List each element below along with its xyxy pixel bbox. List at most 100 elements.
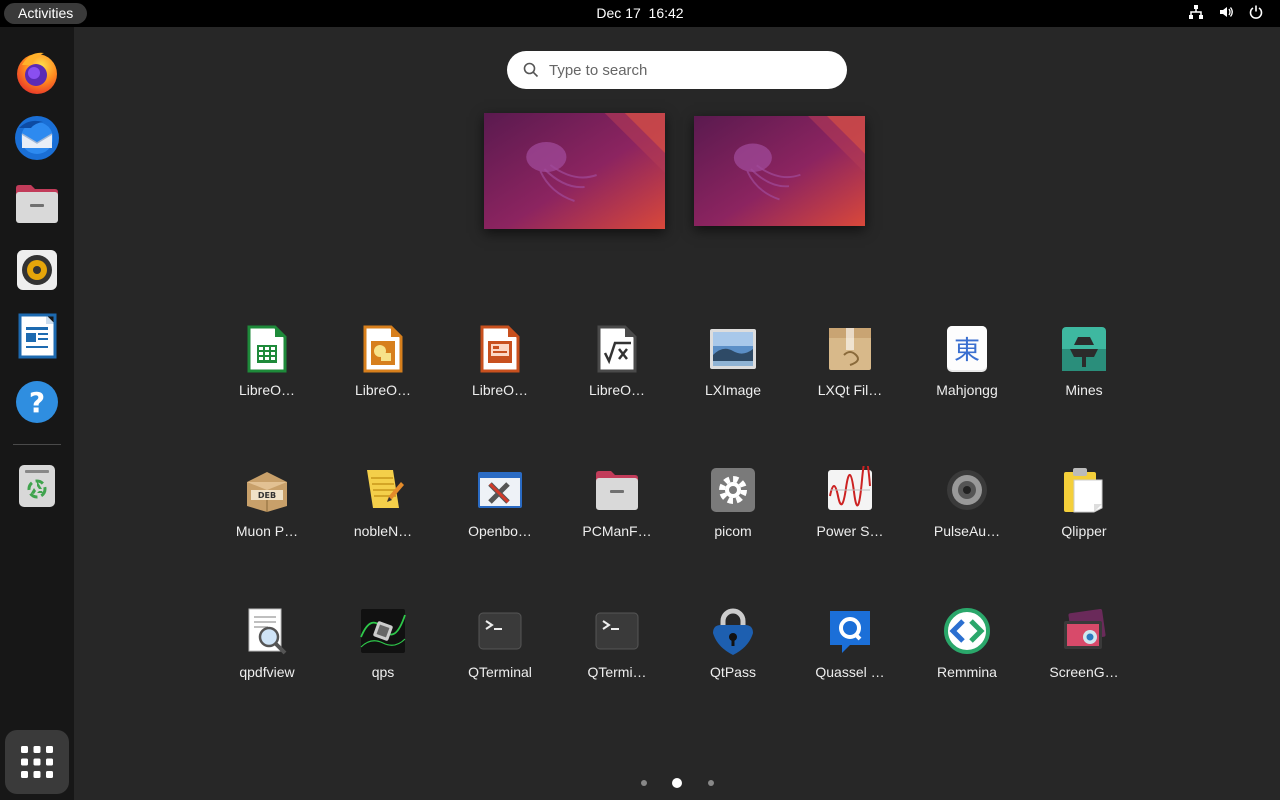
app-label: LibreO… <box>471 382 529 398</box>
app-power-statistics[interactable]: Power S… <box>795 466 905 556</box>
app-libreoffice-calc[interactable]: LibreO… <box>212 325 322 415</box>
screenshot-icon <box>1064 609 1106 649</box>
app-mahjongg[interactable]: 東 Mahjongg <box>912 325 1022 415</box>
power-icon[interactable] <box>1248 4 1264 20</box>
app-label: LibreO… <box>588 382 646 398</box>
page-dot-2[interactable] <box>672 778 682 788</box>
notepad-icon <box>367 470 404 508</box>
app-label: LXImage <box>704 382 762 398</box>
page-dot-3[interactable] <box>708 780 714 786</box>
gear-icon <box>711 468 755 512</box>
document-icon <box>18 313 57 359</box>
app-lximage[interactable]: LXImage <box>678 325 788 415</box>
app-qterminal-dropdown[interactable]: QTermi… <box>562 607 672 697</box>
spreadsheet-icon <box>247 325 287 373</box>
dock-item-trash[interactable] <box>8 457 66 515</box>
app-pcmanfm[interactable]: PCManF… <box>562 466 672 556</box>
app-label: QTerminal <box>468 664 532 680</box>
page-dot-1[interactable] <box>641 780 647 786</box>
mahjongg-icon: 東 <box>947 326 987 372</box>
app-label: Mahjongg <box>936 382 998 398</box>
app-remmina[interactable]: Remmina <box>912 607 1022 697</box>
search-icon <box>523 62 539 78</box>
dock-item-firefox[interactable] <box>8 43 66 101</box>
page-indicator <box>630 778 730 788</box>
app-libreoffice-math[interactable]: LibreO… <box>562 325 672 415</box>
app-qps[interactable]: qps <box>328 607 438 697</box>
svg-text:DEB: DEB <box>258 491 276 500</box>
app-label: qpdfview <box>239 664 295 680</box>
activities-button[interactable]: Activities <box>4 3 88 24</box>
app-label: Openbo… <box>468 523 532 539</box>
app-qlipper[interactable]: Qlipper <box>1029 466 1139 556</box>
app-pulseaudio[interactable]: PulseAu… <box>912 466 1022 556</box>
mines-icon <box>1062 327 1106 371</box>
app-label: picom <box>714 523 752 539</box>
svg-text:東: 東 <box>954 336 980 366</box>
workspace-thumbnail-1[interactable] <box>484 113 665 229</box>
app-label: PulseAu… <box>933 523 1001 539</box>
clock-button[interactable]: Dec 17 16:42 <box>596 5 683 21</box>
clock: Dec 17 16:42 <box>0 0 1280 27</box>
app-label: ScreenG… <box>1049 664 1119 680</box>
dock-item-rhythmbox[interactable] <box>8 241 66 299</box>
clock-date: Dec 17 <box>596 5 641 21</box>
wallpaper-jellyfish-image <box>694 116 865 226</box>
lock-icon <box>713 608 753 655</box>
app-label: Mines <box>1065 382 1103 398</box>
dock-item-thunderbird[interactable] <box>8 109 66 167</box>
app-label: QtPass <box>710 664 756 680</box>
app-qpdfview[interactable]: qpdfview <box>212 607 322 697</box>
search-bar[interactable] <box>507 51 847 89</box>
workspace-thumbnail-2[interactable] <box>694 116 865 226</box>
speaker-icon <box>947 470 987 510</box>
firefox-icon <box>17 52 57 94</box>
drawing-icon <box>363 325 403 373</box>
presentation-icon <box>480 325 520 373</box>
system-tray[interactable] <box>1188 4 1264 20</box>
app-lxqt-archiver[interactable]: LXQt Fil… <box>795 325 905 415</box>
app-qterminal[interactable]: QTerminal <box>445 607 555 697</box>
app-qtpass[interactable]: QtPass <box>678 607 788 697</box>
app-noble-note[interactable]: nobleN… <box>328 466 438 556</box>
speaker-icon <box>17 250 57 290</box>
search-input[interactable] <box>549 61 829 79</box>
network-icon[interactable] <box>1188 4 1204 20</box>
app-label: Quassel … <box>815 664 885 680</box>
remote-desktop-icon <box>944 608 990 654</box>
app-libreoffice-draw[interactable]: LibreO… <box>328 325 438 415</box>
app-picom[interactable]: picom <box>678 466 788 556</box>
app-label: Muon P… <box>235 523 299 539</box>
app-label: LibreO… <box>238 382 296 398</box>
terminal-icon <box>595 612 639 650</box>
top-bar: Activities Dec 17 16:42 <box>0 0 1280 27</box>
volume-icon[interactable] <box>1218 4 1234 20</box>
help-icon: ? <box>16 381 58 423</box>
app-openbox-settings[interactable]: Openbo… <box>445 466 555 556</box>
app-mines[interactable]: Mines <box>1029 325 1139 415</box>
app-label: PCManF… <box>582 523 652 539</box>
show-apps-button[interactable] <box>5 730 69 794</box>
app-label: Power S… <box>816 523 884 539</box>
archive-icon <box>829 328 871 370</box>
clipboard-icon <box>1064 468 1103 513</box>
app-libreoffice-impress[interactable]: LibreO… <box>445 325 555 415</box>
wallpaper-jellyfish-image <box>484 113 665 229</box>
dock-item-files[interactable] <box>8 175 66 233</box>
app-quassel[interactable]: Quassel … <box>795 607 905 697</box>
grid-icon <box>21 746 53 778</box>
folder-icon <box>16 185 58 223</box>
app-muon-package-manager[interactable]: DEB Muon P… <box>212 466 322 556</box>
clock-time: 16:42 <box>648 5 684 21</box>
app-screengrab[interactable]: ScreenG… <box>1029 607 1139 697</box>
chat-icon <box>830 611 870 653</box>
process-icon <box>360 609 406 653</box>
pdf-viewer-icon <box>248 608 287 655</box>
app-label: qps <box>371 664 395 680</box>
thunderbird-icon <box>15 116 59 160</box>
dock-item-help[interactable]: ? <box>8 373 66 431</box>
app-label: QTermi… <box>587 664 647 680</box>
dock: ? <box>0 27 74 800</box>
svg-text:?: ? <box>29 386 45 419</box>
dock-item-writer[interactable] <box>8 307 66 365</box>
